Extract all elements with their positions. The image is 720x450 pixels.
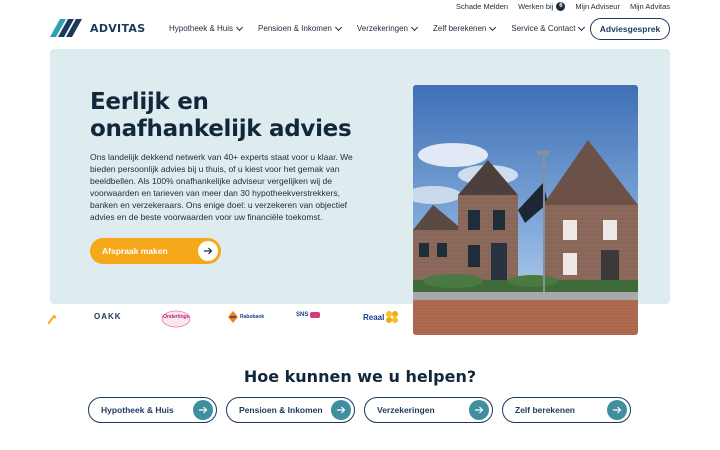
help-card-label: Verzekeringen <box>377 405 435 415</box>
help-card-zelf-berekenen[interactable]: Zelf berekenen <box>502 397 631 423</box>
brand-wordmark: ADVITAS <box>90 21 146 35</box>
utility-bar: Schade Melden Werken bij 6 Mijn Adviseur… <box>456 1 670 11</box>
arrow-right-icon <box>193 400 213 420</box>
afspraak-maken-button[interactable]: Afspraak maken <box>90 238 221 264</box>
nav-label: Verzekeringen <box>356 24 409 33</box>
help-section-title: Hoe kunnen we u helpen? <box>243 367 477 386</box>
help-card-pensioen[interactable]: Pensioen & Inkomen <box>226 397 355 423</box>
partner-logo-reaal: Reaal <box>363 310 399 324</box>
help-card-label: Zelf berekenen <box>515 405 575 415</box>
help-card-label: Pensioen & Inkomen <box>239 405 323 415</box>
help-card-verzekeringen[interactable]: Verzekeringen <box>364 397 493 423</box>
help-card-label: Hypotheek & Huis <box>101 405 174 415</box>
advitas-logo[interactable]: ADVITAS <box>50 19 145 37</box>
nav-item-service-contact[interactable]: Service & Contact <box>511 23 586 33</box>
help-cards: Hypotheek & Huis Pensioen & Inkomen Verz… <box>88 397 631 423</box>
advitas-logo-icon <box>50 19 82 37</box>
schade-melden-link[interactable]: Schade Melden <box>456 2 508 11</box>
nav-label: Hypotheek & Huis <box>169 24 234 33</box>
nav-item-hypotheek[interactable]: Hypotheek & Huis <box>169 23 244 33</box>
nav-item-zelf-berekenen[interactable]: Zelf berekenen <box>433 23 497 33</box>
reaal-label: Reaal <box>363 312 385 322</box>
nav-label: Zelf berekenen <box>433 24 487 33</box>
onderlinge-label: Onderlinge <box>163 314 190 320</box>
partner-logo-rabobank: Rabobank <box>228 311 264 323</box>
chevron-down-icon <box>235 23 244 31</box>
vacancy-count-badge: 6 <box>556 1 566 11</box>
sns-label: SNS <box>296 312 309 318</box>
mijn-advitas-link[interactable]: Mijn Advitas <box>630 2 670 11</box>
partner-logo-oakk: OAKK <box>94 312 122 321</box>
werken-bij-link[interactable]: Werken bij 6 <box>518 1 566 11</box>
help-card-hypotheek[interactable]: Hypotheek & Huis <box>88 397 217 423</box>
nav-item-verzekeringen[interactable]: Verzekeringen <box>356 23 419 33</box>
main-nav: Hypotheek & Huis Pensioen & Inkomen Verz… <box>169 23 586 33</box>
adviesgesprek-button[interactable]: Adviesgesprek <box>590 18 670 40</box>
chevron-down-icon <box>334 23 342 31</box>
afspraak-maken-label: Afspraak maken <box>102 246 168 256</box>
partner-logo-onderlinge: Onderlinge <box>160 309 192 329</box>
arrow-right-icon <box>469 400 489 420</box>
arrow-right-icon <box>198 241 218 261</box>
chevron-down-icon <box>489 23 497 31</box>
hero-title: Eerlijk en onafhankelijk advies <box>90 89 352 142</box>
hero-houses-image <box>413 85 638 335</box>
nav-label: Service & Contact <box>511 24 576 33</box>
arrow-right-icon <box>607 400 627 420</box>
partner-logo-sns: SNS <box>296 312 321 318</box>
werken-bij-label: Werken bij <box>518 1 554 11</box>
chevron-down-icon <box>410 23 419 31</box>
mijn-adviseur-link[interactable]: Mijn Adviseur <box>575 2 620 11</box>
nav-label: Pensioen & Inkomen <box>258 24 332 33</box>
partner-logos: OAKK Onderlinge Rabobank SNS Reaal <box>0 308 410 332</box>
nav-item-pensioen[interactable]: Pensioen & Inkomen <box>258 23 342 33</box>
partner-logo-fragment <box>48 314 56 324</box>
chevron-down-icon <box>578 23 586 31</box>
hero-description: Ons landelijk dekkend netwerk van 40+ ex… <box>90 152 353 222</box>
arrow-right-icon <box>331 400 351 420</box>
rabobank-label: Rabobank <box>240 314 265 320</box>
